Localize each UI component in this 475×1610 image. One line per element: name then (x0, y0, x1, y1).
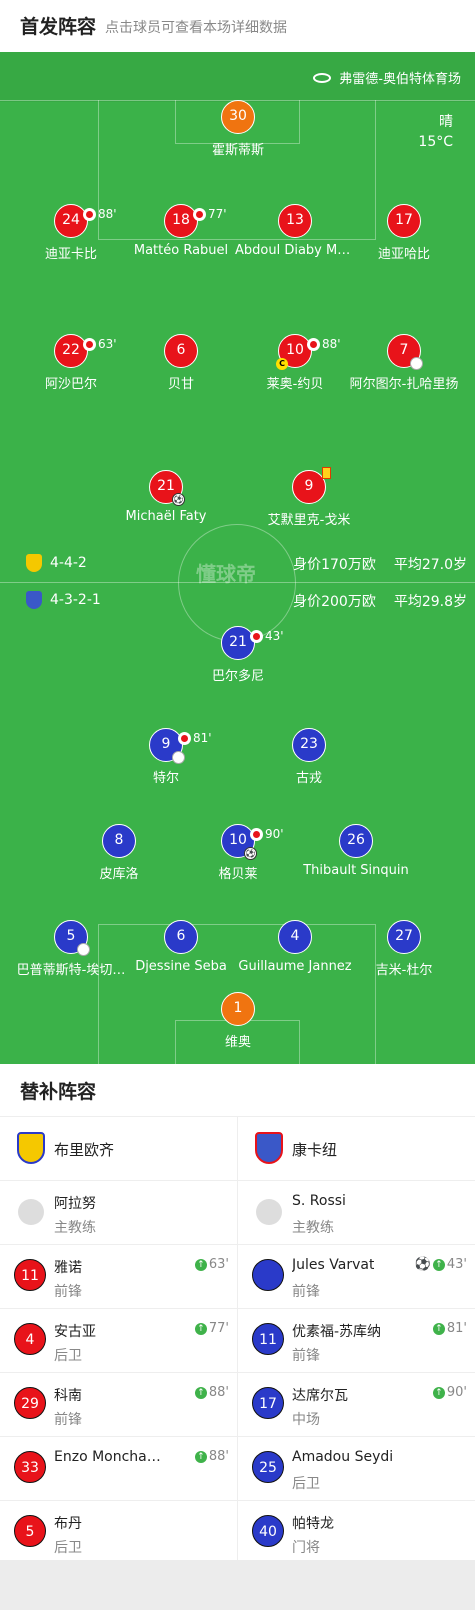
goal-icon: ⚽ (244, 847, 257, 860)
home-team-crest-icon (26, 554, 42, 572)
away-coach-row[interactable]: S. Rossi 主教练 (238, 1181, 475, 1245)
home-subs: 布里欧齐 阿拉努 主教练 11 雅诺 前锋 ↑ 63' 4 安古亚 后卫 ↑ 77' 2… (0, 1117, 237, 1565)
away-player-gk[interactable]: 1 维奥 (158, 992, 318, 1050)
sub-out-icon (193, 208, 206, 221)
goal-icon: ⚽ (172, 493, 185, 506)
away-formation: 4-3-2-1 (26, 591, 101, 609)
lineup-header: 首发阵容 点击球员可查看本场详细数据 (0, 0, 475, 52)
injury-icon (77, 943, 90, 956)
weather-condition: 晴 (439, 114, 453, 130)
captain-icon: C (276, 358, 288, 370)
home-player[interactable]: 17 迪亚哈比 (324, 204, 475, 262)
coach-avatar-icon (18, 1199, 44, 1225)
sub-out-icon (83, 338, 96, 351)
sub-player-row[interactable]: 17 达席尔瓦 中场 ↑ 90' (238, 1373, 475, 1437)
sub-out-icon (307, 338, 320, 351)
away-subs: 康卡纽 S. Rossi 主教练 Jules Varvat 前锋 ⚽ ↑ 43' 11… (238, 1117, 475, 1565)
weather: 晴 15°C (418, 112, 453, 152)
sub-in-icon: ↑ (194, 1386, 207, 1399)
home-team-crest-icon (17, 1132, 45, 1164)
sub-player-row[interactable]: 29 科南 前锋 ↑ 88' (0, 1373, 237, 1437)
home-stats: 身价170万欧 平均27.0岁 (293, 557, 467, 573)
sub-in-icon: ↑ (432, 1322, 445, 1335)
sub-player-row[interactable]: 40 帕特龙 门将 (238, 1501, 475, 1565)
sub-in-icon: ↑ (194, 1322, 207, 1335)
lineup-title: 首发阵容 (20, 16, 97, 38)
sub-player-row[interactable]: 11 雅诺 前锋 ↑ 63' (0, 1245, 237, 1309)
lineup-hint: 点击球员可查看本场详细数据 (105, 20, 287, 36)
sub-player-row[interactable]: 5 布丹 后卫 (0, 1501, 237, 1565)
home-coach-row[interactable]: 阿拉努 主教练 (0, 1181, 237, 1245)
home-player[interactable]: 21 ⚽ Michaël Faty (86, 470, 246, 524)
injury-icon (410, 357, 423, 370)
stadium-icon (313, 72, 332, 83)
venue-name: 弗雷德-奥伯特体育场 (339, 72, 461, 87)
away-player[interactable]: 21 43' 巴尔多尼 (158, 626, 318, 684)
injury-icon (172, 751, 185, 764)
away-player[interactable]: 9 81' 特尔 (86, 728, 246, 786)
sub-player-row[interactable]: 25 Amadou Seydi 后卫 (238, 1437, 475, 1501)
subs-section: 替补阵容 布里欧齐 阿拉努 主教练 11 雅诺 前锋 ↑ 63' 4 安古亚 后卫 ↑… (0, 1064, 475, 1560)
subs-title: 替补阵容 (20, 1081, 97, 1103)
away-stats: 身价200万欧 平均29.8岁 (293, 594, 467, 610)
home-player[interactable]: 7 阿尔图尔-扎哈里扬 (324, 334, 475, 392)
yellow-card-icon (322, 467, 331, 479)
sub-in-icon: ↑ (194, 1258, 207, 1271)
sub-in-icon: ↑ (194, 1450, 207, 1463)
sub-out-icon (83, 208, 96, 221)
sub-player-row[interactable]: 11 优素福-苏库纳 前锋 ↑ 81' (238, 1309, 475, 1373)
watermark: 懂球帝 (196, 562, 256, 586)
sub-player-row[interactable]: 33 Enzo Moncha… ↑ 88' (0, 1437, 237, 1501)
venue: 弗雷德-奥伯特体育场 (313, 68, 461, 87)
sub-in-icon: ↑ (432, 1258, 445, 1271)
pitch: 弗雷德-奥伯特体育场 晴 15°C 懂球帝 30 霍斯蒂斯 24 88' 迪亚卡比… (0, 52, 475, 1064)
coach-avatar-icon (256, 1199, 282, 1225)
home-player[interactable]: 9 艾默里克-戈米 (229, 467, 389, 528)
home-player-gk[interactable]: 30 霍斯蒂斯 (158, 100, 318, 158)
away-player[interactable]: 26 Thibault Sinquin (276, 824, 436, 878)
sub-player-row[interactable]: 4 安古亚 后卫 ↑ 77' (0, 1309, 237, 1373)
away-team-row[interactable]: 康卡纽 (238, 1117, 475, 1181)
weather-temp: 15°C (418, 134, 453, 150)
home-team-row[interactable]: 布里欧齐 (0, 1117, 237, 1181)
sub-out-icon (250, 630, 263, 643)
away-player[interactable]: 23 古戎 (229, 728, 389, 786)
goal-icon: ⚽ (414, 1257, 431, 1272)
footer-spacer (0, 1560, 475, 1610)
away-team-crest-icon (255, 1132, 283, 1164)
away-team-crest-icon (26, 591, 42, 609)
sub-out-icon (178, 732, 191, 745)
sub-in-icon: ↑ (432, 1386, 445, 1399)
home-formation: 4-4-2 (26, 554, 87, 572)
away-player[interactable]: 27 吉米-杜尔 (324, 920, 475, 978)
sub-player-row[interactable]: Jules Varvat 前锋 ⚽ ↑ 43' (238, 1245, 475, 1309)
sub-out-icon (250, 828, 263, 841)
